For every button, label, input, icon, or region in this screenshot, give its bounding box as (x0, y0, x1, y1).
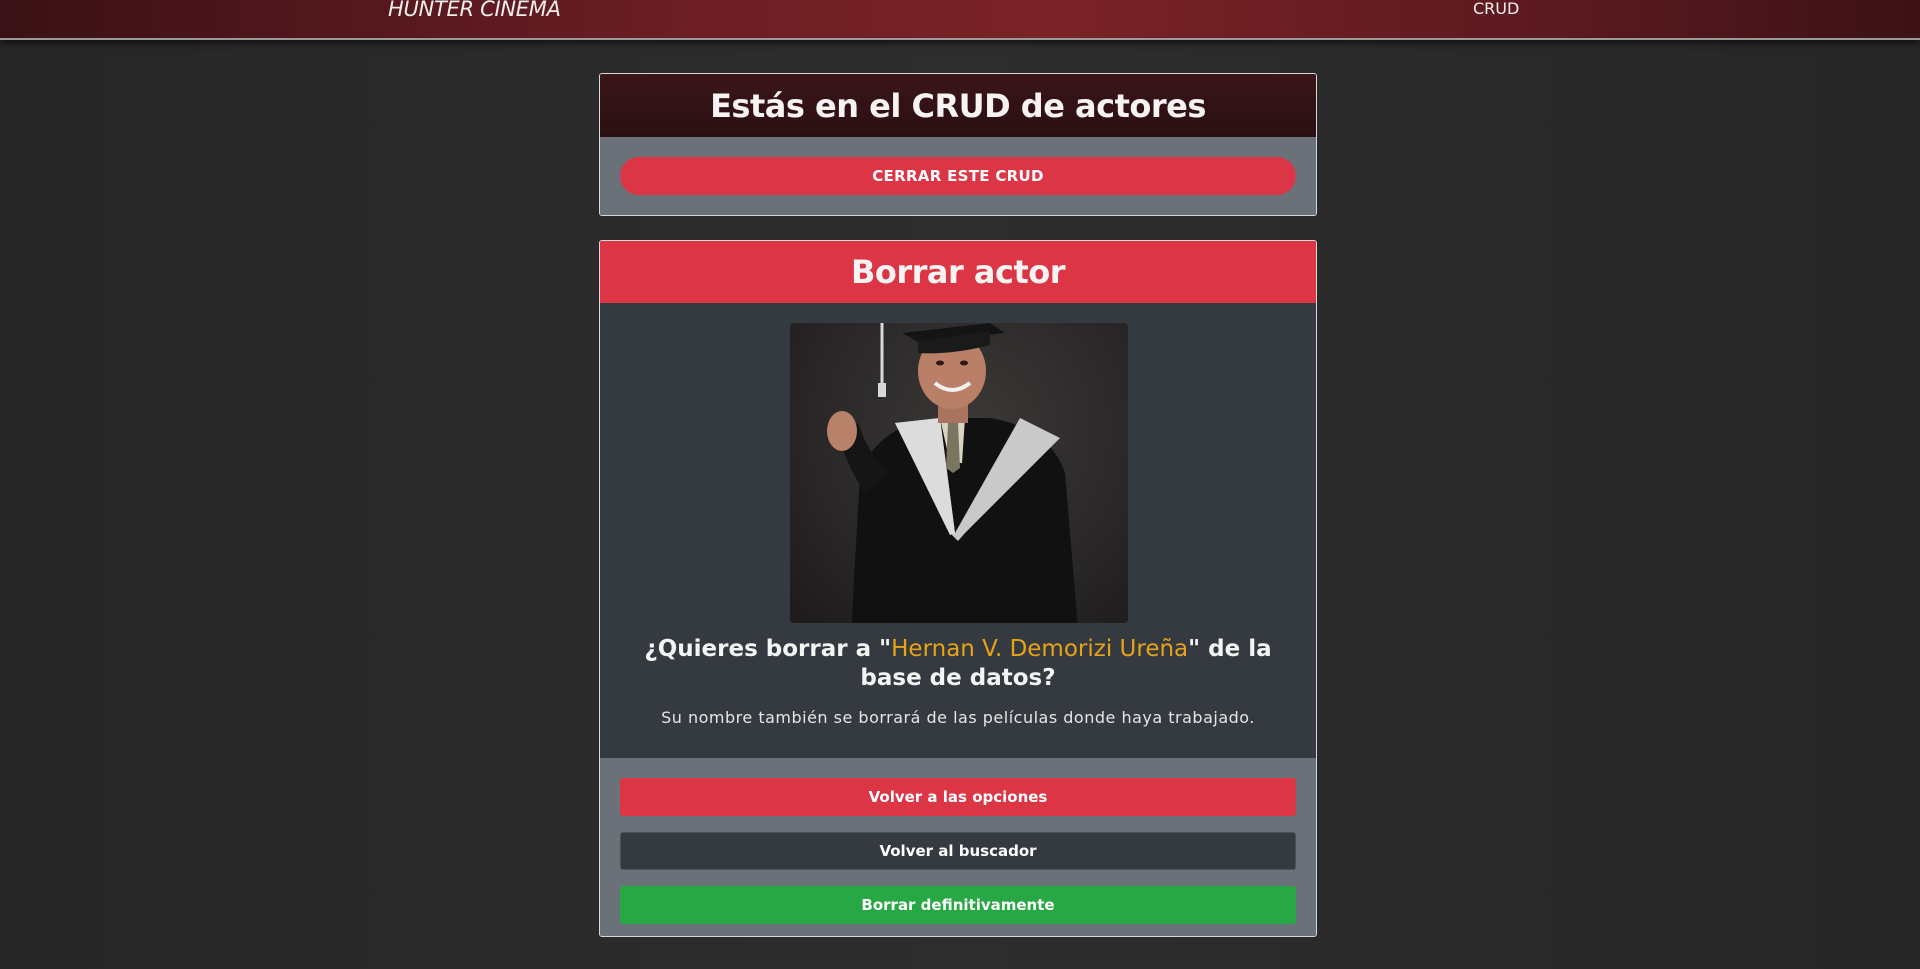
close-crud-button[interactable]: CERRAR ESTE CRUD (620, 157, 1296, 195)
back-to-search-button[interactable]: Volver al buscador (620, 832, 1296, 870)
delete-actor-card: Borrar actor ¿Quieres borrar a "Hernan V… (599, 240, 1317, 937)
delete-note: Su nombre también se borrará de las pelí… (661, 708, 1255, 727)
actor-name: Hernan V. Demorizi Ureña (891, 636, 1189, 662)
delete-permanently-button[interactable]: Borrar definitivamente (620, 886, 1296, 924)
crud-card-body: CERRAR ESTE CRUD (600, 137, 1316, 215)
delete-question: ¿Quieres borrar a "Hernan V. Demorizi Ur… (620, 635, 1296, 693)
delete-title: Borrar actor (850, 253, 1066, 291)
delete-card-footer: Volver a las opciones Volver al buscador… (600, 758, 1316, 936)
person-graduation-photo-icon (827, 323, 1078, 623)
delete-card-content: ¿Quieres borrar a "Hernan V. Demorizi Ur… (600, 303, 1316, 758)
brand-logo[interactable]: HUNTER CINEMA (388, 0, 561, 21)
question-prefix: ¿Quieres borrar a " (644, 636, 892, 662)
nav-link-crud[interactable]: CRUD (1473, 0, 1519, 18)
top-navbar: HUNTER CINEMA CRUD (0, 0, 1920, 40)
delete-card-header: Borrar actor (600, 241, 1316, 303)
crud-card-header: Estás en el CRUD de actores (600, 74, 1316, 137)
crud-header-card: Estás en el CRUD de actores CERRAR ESTE … (599, 73, 1317, 216)
crud-title: Estás en el CRUD de actores (710, 86, 1206, 125)
actor-photo (790, 323, 1128, 623)
back-to-options-button[interactable]: Volver a las opciones (620, 778, 1296, 816)
